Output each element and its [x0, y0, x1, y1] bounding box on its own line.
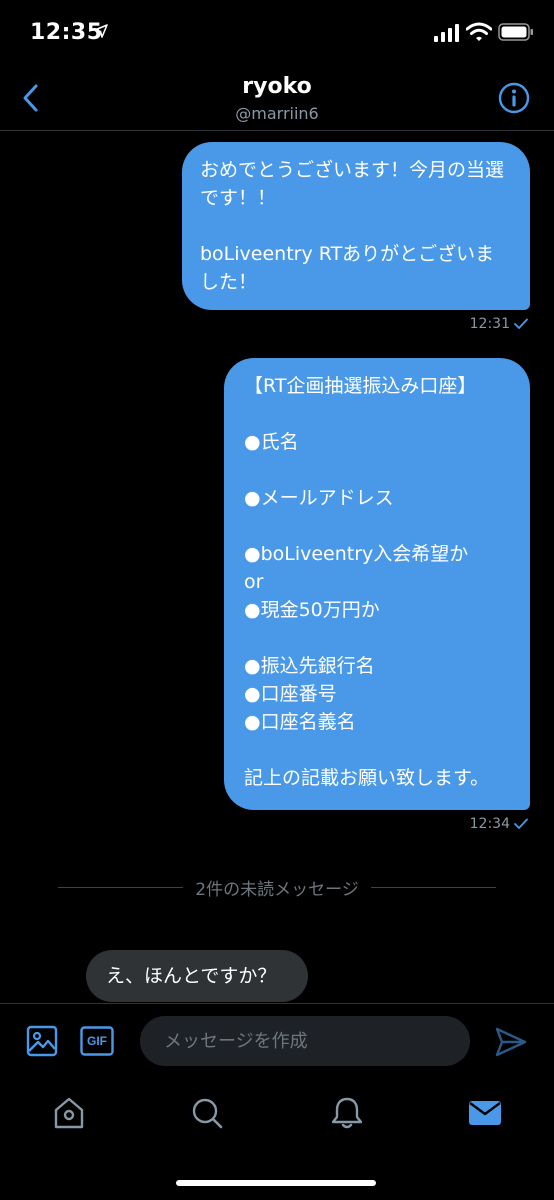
message-meta: 12:34	[470, 816, 528, 832]
message-composer: GIF	[0, 1003, 554, 1078]
status-bar: 12:35	[0, 0, 554, 66]
unread-divider-label: 2件の未読メッセージ	[195, 879, 359, 900]
message-meta: 12:31	[470, 316, 528, 332]
send-icon[interactable]	[494, 1026, 528, 1058]
conversation-title: ryoko	[242, 74, 312, 99]
gif-label: GIF	[87, 1034, 107, 1048]
cellular-signal-icon	[434, 24, 459, 42]
unread-divider: 2件の未読メッセージ	[58, 872, 497, 902]
battery-icon	[498, 23, 533, 41]
location-arrow-icon	[94, 24, 108, 38]
home-indicator	[176, 1180, 376, 1186]
status-time: 12:35	[30, 20, 103, 45]
bottom-tab-bar	[0, 1078, 554, 1150]
message-time: 12:31	[469, 316, 510, 332]
bell-icon[interactable]	[330, 1096, 364, 1130]
image-icon[interactable]	[26, 1025, 58, 1057]
divider-line	[58, 886, 184, 888]
envelope-icon[interactable]	[468, 1096, 502, 1130]
message-bubble-outgoing[interactable]: 【RT企画抽選振込み口座】 ●氏名 ●メールアドレス ●boLiveentry入…	[224, 358, 530, 810]
check-icon	[514, 318, 528, 329]
gif-button[interactable]: GIF	[80, 1026, 114, 1056]
message-time: 12:34	[469, 816, 510, 832]
divider-line	[370, 886, 497, 888]
check-icon	[514, 818, 528, 829]
wifi-icon	[466, 22, 492, 41]
conversation-header: ryoko @marriin6	[0, 66, 554, 131]
message-input[interactable]	[140, 1016, 470, 1066]
conversation-handle: @marriin6	[235, 104, 319, 123]
info-icon[interactable]	[498, 82, 530, 114]
home-icon[interactable]	[52, 1096, 86, 1130]
message-bubble-incoming[interactable]: え、ほんとですか？	[86, 950, 308, 1002]
search-icon[interactable]	[190, 1096, 224, 1130]
message-bubble-outgoing[interactable]: おめでとうございます！今月の当選です！！ boLiveentry RTありがとご…	[182, 142, 530, 310]
